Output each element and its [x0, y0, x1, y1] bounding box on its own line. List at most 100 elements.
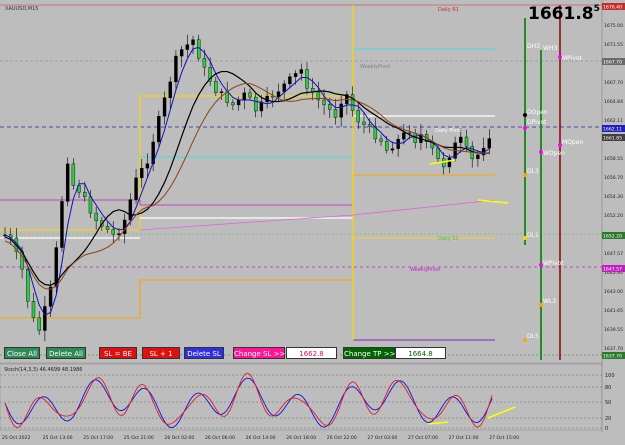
level-dot	[539, 303, 543, 307]
time-axis-label: 26 Oct 02:00	[164, 435, 194, 441]
candle-body	[191, 39, 195, 45]
candle-body	[94, 212, 98, 222]
candle-body	[83, 191, 87, 197]
candle-body	[60, 201, 64, 248]
candle-body	[379, 138, 383, 142]
price-axis-label: 1667.70	[604, 80, 623, 86]
time-axis-label: 25 Oct 2022	[2, 435, 30, 441]
level-dot	[523, 338, 527, 342]
candle-body	[322, 99, 326, 105]
candle-body	[65, 163, 70, 202]
candle-body	[328, 104, 332, 110]
sl-value-input[interactable]: 1662.8	[286, 347, 337, 359]
time-axis-label: 25 Oct 21:00	[124, 435, 154, 441]
level-dot	[558, 143, 562, 147]
price-tag-label: 1662.11	[603, 127, 622, 133]
price-axis-label: 1652.20	[604, 213, 623, 219]
candle-body	[219, 91, 224, 93]
level-dot	[539, 150, 543, 154]
price-axis-label: 1639.55	[604, 327, 623, 333]
time-axis-label: 26 Oct 14:00	[246, 435, 276, 441]
candle-body	[145, 163, 150, 169]
time-axis-label: 27 Oct 11:00	[449, 435, 479, 441]
candle-body	[134, 177, 138, 200]
price-axis-label: 1647.57	[604, 251, 623, 257]
label-weekly-pivot: WeeklyPivot	[410, 267, 440, 273]
price-axis-label: 1656.70	[604, 175, 623, 181]
candle-body	[185, 44, 190, 50]
price-tag-label: 1652.20	[603, 234, 622, 240]
time-axis-label: 27 Oct 03:00	[367, 435, 397, 441]
time-axis-label: 25 Oct 17:00	[83, 435, 113, 441]
candle-body	[162, 97, 167, 117]
label-dopen: DOpen	[527, 109, 548, 116]
delete-sl-button[interactable]: Delete SL	[184, 347, 224, 359]
label-wl3: WL3	[543, 298, 556, 305]
stochastic-panel	[0, 363, 603, 431]
price-chart[interactable]: XAUUSD,M15 Daily R1 DH3 WH3 MPivot WeeklyPivo…	[0, 0, 625, 445]
time-axis-label: 26 Oct 22:00	[327, 435, 357, 441]
candle-body	[385, 141, 389, 151]
candle-body	[231, 102, 235, 106]
time-axis-label: 27 Oct 07:00	[408, 435, 438, 441]
candle-body	[362, 121, 366, 125]
candle-body	[214, 81, 218, 93]
candle-body	[356, 110, 360, 123]
time-axis-label: 26 Oct 18:00	[286, 435, 316, 441]
price-axis-label: 1675.00	[604, 23, 623, 29]
candle-body	[299, 69, 303, 74]
candle-body	[390, 148, 395, 151]
stoch-axis-label: 0	[605, 426, 608, 432]
candle-body	[288, 76, 292, 85]
candle-body	[464, 136, 469, 147]
stoch-axis-label: 80	[605, 385, 611, 391]
candle-body	[459, 136, 463, 143]
price-tag-label: 1647.57	[603, 267, 622, 273]
candle-body	[88, 196, 93, 214]
sl-breakeven-button[interactable]: SL = BE	[99, 347, 137, 359]
price-tag-label: 1637.70	[603, 354, 622, 360]
candle-body	[140, 167, 144, 179]
level-dot	[539, 263, 543, 267]
candle-body	[293, 73, 298, 77]
candle-body	[282, 83, 286, 92]
candle-body	[202, 57, 207, 68]
sl-plus-one-button[interactable]: SL + 1	[142, 347, 180, 359]
current-price: 1661.85	[528, 4, 600, 24]
label-dl5: DL5	[527, 333, 539, 340]
candle-body	[339, 103, 343, 118]
candle-body	[157, 115, 161, 143]
candle-body	[487, 138, 492, 149]
stochastic-label: Stoch(14,3,3) 46.4699 48.1986	[4, 367, 82, 373]
label-dl3: DL3	[527, 168, 539, 175]
price-axis-label: 1671.55	[604, 42, 623, 48]
delete-all-button[interactable]: Delete All	[46, 347, 86, 359]
price-axis-label: 1658.55	[604, 156, 623, 162]
candle-body	[333, 109, 338, 118]
price-axis-label: 1637.70	[604, 346, 623, 352]
label-wpivot: WPivot	[543, 260, 564, 267]
label-mpivot: MPivot	[562, 55, 583, 62]
candle-body	[350, 94, 355, 111]
candle-body	[476, 154, 480, 159]
time-axis-label: 26 Oct 06:00	[205, 435, 235, 441]
change-sl-button[interactable]: Change SL >>	[233, 347, 285, 359]
candle-body	[225, 91, 229, 103]
change-tp-button[interactable]: Change TP >>	[343, 347, 395, 359]
candle-body	[168, 81, 172, 98]
candle-body	[253, 96, 258, 112]
price-axis-label: 1662.11	[604, 118, 623, 124]
price-tag-label: 1661.85	[603, 136, 622, 142]
candle-body	[242, 92, 247, 101]
label-daily-pivot: Daily Pivot	[435, 128, 462, 134]
label-weekly-pivot-top: WeeklyPivot	[360, 64, 390, 70]
level-dot	[523, 236, 527, 240]
candle-body	[174, 55, 178, 83]
tp-value-input[interactable]: 1664.8	[395, 347, 446, 359]
level-dot	[523, 113, 527, 117]
candle-body	[305, 69, 309, 89]
price-axis-label: 1643.00	[604, 289, 623, 295]
close-all-button[interactable]: Close All	[4, 347, 40, 359]
candle-body	[367, 124, 372, 127]
label-mopen: MOpen	[562, 139, 583, 146]
